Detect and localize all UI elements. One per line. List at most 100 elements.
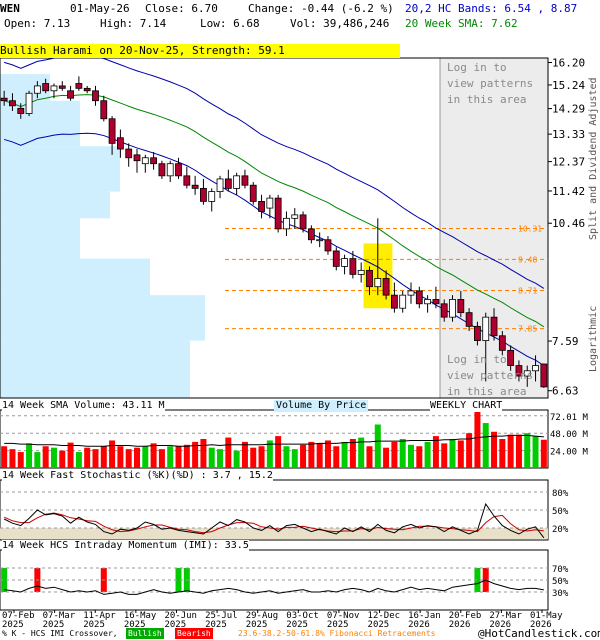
candle-body — [540, 363, 548, 388]
volume-pane-title: 14 Week SMA Volume: 43.11 M — [2, 400, 165, 412]
candle-body — [183, 175, 191, 186]
stochastic-pane-title: 14 Week Fast Stochastic (%K)(%D) : 3.7 ,… — [2, 470, 273, 482]
candle-body — [532, 365, 539, 372]
candle-body — [399, 294, 407, 309]
volume-by-price-bar — [0, 218, 80, 259]
stochastic-tick-label: 80% — [552, 489, 569, 499]
candle-body — [449, 299, 456, 318]
volume-bar — [374, 424, 381, 468]
copyright-label[interactable]: @HotCandlestick.com — [478, 628, 600, 639]
volume-bar — [42, 446, 49, 468]
volume-bar — [9, 449, 16, 468]
candle-body — [200, 187, 207, 202]
candle-body — [175, 163, 182, 177]
candle-body — [374, 278, 382, 288]
candle-body — [349, 258, 357, 275]
price-tick-label: 14.29 — [552, 103, 585, 116]
volume-bar — [424, 441, 431, 468]
candle-body — [457, 299, 465, 314]
candle-body — [332, 250, 340, 267]
price-tick-label: 10.46 — [552, 217, 585, 230]
stochastic-oversold-zone — [0, 528, 548, 539]
pattern-banner: Bullish Harami on 20-Nov-25, Strength: 5… — [0, 44, 400, 58]
candle-body — [158, 163, 166, 177]
candle-body — [116, 137, 124, 150]
volume-bar — [84, 447, 91, 468]
candle-body — [75, 83, 83, 89]
volume-bar — [441, 443, 448, 468]
close-label: Close: 6.70 — [145, 2, 218, 15]
volume-bar — [341, 441, 348, 468]
bearish-legend-tag: Bearish — [175, 628, 213, 639]
volume-bar — [34, 452, 41, 468]
candle-body — [42, 83, 50, 92]
volume-bar — [366, 446, 373, 468]
volume-bar — [241, 441, 248, 468]
candle-body — [482, 316, 490, 341]
volume-bar — [26, 443, 33, 468]
candle-body — [490, 316, 498, 337]
volume-bar — [491, 431, 498, 468]
fib-label: 10.31 — [518, 225, 542, 234]
price-axis-label: Split and Dividend Adjusted — [588, 77, 599, 240]
price-tick-label: 15.24 — [552, 79, 585, 92]
date-label: 01-May-26 — [70, 2, 130, 15]
bullish-legend-tag: Bullish — [126, 628, 164, 639]
volume-bar — [258, 446, 265, 468]
fibonacci-legend: 23.6-38.2-50-61.8% Fibonacci Retracement… — [238, 629, 436, 638]
volume-bar — [532, 436, 539, 468]
imi-pane-frame — [0, 549, 549, 611]
volume-bar — [208, 447, 215, 468]
high-label: High: 7.14 — [100, 17, 167, 30]
candle-body — [440, 303, 448, 318]
stochastic-tick-label: 50% — [552, 507, 569, 517]
change-label: Change: -0.44 (-6.2 %) — [248, 2, 394, 15]
volume-bar — [125, 449, 132, 468]
login-prompt-top[interactable]: Log in to view patterns in this area — [447, 60, 533, 108]
price-tick-label: 12.37 — [552, 156, 585, 169]
candle-body — [100, 100, 108, 120]
volume-by-price-bar — [0, 340, 190, 398]
candle-body — [249, 184, 257, 202]
volume-bar — [59, 450, 66, 468]
volume-bar — [349, 439, 356, 468]
candle-body — [33, 85, 41, 94]
candle-body — [216, 178, 224, 193]
candle-body — [0, 97, 8, 102]
ticker-symbol: WEN — [0, 2, 20, 15]
candle-body — [133, 154, 141, 162]
volume-bar — [324, 440, 331, 468]
volume-bar — [507, 434, 514, 468]
volume-tick-label: 24.00 M — [550, 448, 589, 458]
imi-pane-title: 14 Week HCS Intraday Momentum (IMI): 33.… — [2, 540, 249, 552]
volume-bar — [515, 434, 522, 468]
volume-bar — [134, 447, 140, 468]
crossover-legend: % K - HCS IMI Crossover, — [2, 629, 118, 638]
volume-bar — [300, 444, 307, 468]
candle-body — [150, 157, 158, 165]
volume-bar — [308, 441, 315, 468]
candle-body — [307, 228, 315, 241]
candle-body — [141, 157, 149, 165]
volume-by-price-label: Volume By Price — [274, 400, 369, 412]
candle-body — [341, 258, 348, 267]
volume-bar — [67, 442, 74, 468]
volume-bar — [200, 439, 207, 468]
weekly-chart-label: WEEKLY CHART — [430, 400, 503, 412]
candle-body — [357, 269, 365, 275]
volume-bar — [333, 446, 340, 468]
candle-body — [108, 118, 116, 144]
volume-bar — [391, 441, 398, 468]
candle-body — [382, 278, 390, 296]
candle-body — [407, 290, 415, 296]
volume-bar — [291, 449, 298, 468]
candle-body — [9, 100, 16, 107]
login-prompt-bottom[interactable]: Log in to view patterns in this area — [447, 352, 533, 400]
price-tick-label: 6.63 — [552, 385, 579, 398]
volume-bar — [283, 446, 290, 468]
candle-body — [83, 87, 91, 92]
price-tick-label: 7.59 — [552, 335, 579, 348]
candle-body — [125, 148, 133, 159]
volume-by-price-bar — [0, 258, 150, 296]
volume-bar — [100, 446, 107, 468]
